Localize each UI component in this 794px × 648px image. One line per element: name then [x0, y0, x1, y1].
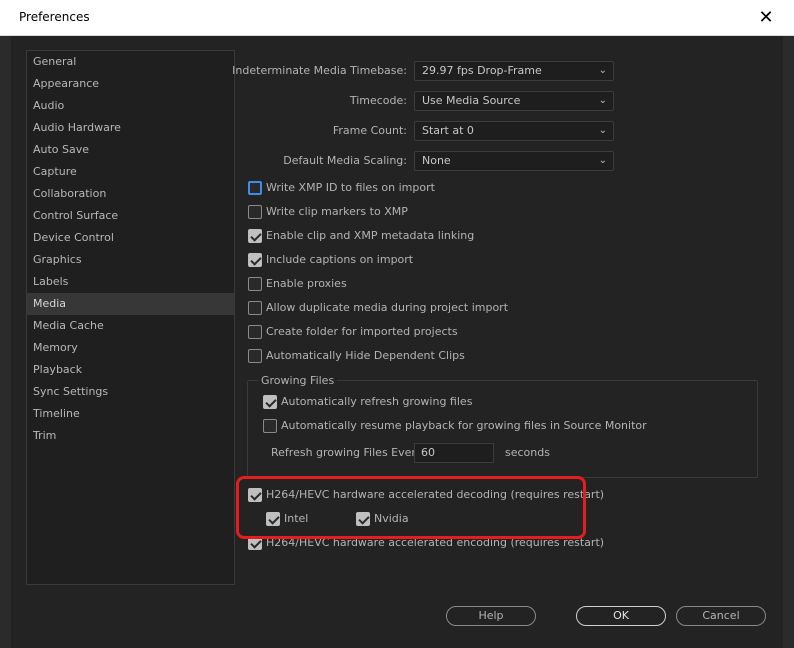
- timecode-value: Use Media Source: [422, 94, 521, 107]
- sidebar-item-appearance[interactable]: Appearance: [27, 73, 234, 95]
- sidebar-item-device-control[interactable]: Device Control: [27, 227, 234, 249]
- cancel-button[interactable]: Cancel: [676, 606, 766, 626]
- checkbox-icon: [248, 181, 262, 195]
- frame-count-label: Frame Count:: [332, 124, 407, 137]
- sidebar-item-capture[interactable]: Capture: [27, 161, 234, 183]
- title-bar: Preferences ✕: [0, 0, 794, 36]
- checkbox-icon: [248, 325, 262, 339]
- scaling-label: Default Media Scaling:: [283, 154, 407, 167]
- sidebar-item-control-surface[interactable]: Control Surface: [27, 205, 234, 227]
- chevron-down-icon: ⌄: [598, 65, 607, 76]
- sidebar-item-audio-hardware[interactable]: Audio Hardware: [27, 117, 234, 139]
- checkbox-checked-icon: [248, 253, 262, 267]
- frame-count-value: Start at 0: [422, 124, 474, 137]
- timebase-value: 29.97 fps Drop-Frame: [422, 64, 542, 77]
- checkbox-checked-icon: [263, 395, 277, 409]
- sidebar-item-media[interactable]: Media: [27, 293, 234, 315]
- sidebar-item-playback[interactable]: Playback: [27, 359, 234, 381]
- checkbox-checked-icon: [248, 229, 262, 243]
- checkbox-icon: [248, 277, 262, 291]
- ok-button[interactable]: OK: [576, 606, 666, 626]
- checkbox-icon: [248, 301, 262, 315]
- sidebar-item-memory[interactable]: Memory: [27, 337, 234, 359]
- sidebar-item-trim[interactable]: Trim: [27, 425, 234, 447]
- checkbox-icon: [248, 205, 262, 219]
- refresh-interval-unit: seconds: [505, 446, 550, 459]
- sidebar-item-general[interactable]: General: [27, 51, 234, 73]
- close-icon[interactable]: ✕: [754, 6, 778, 30]
- sidebar-item-audio[interactable]: Audio: [27, 95, 234, 117]
- refresh-interval-input[interactable]: 60: [414, 443, 494, 463]
- sidebar-item-graphics[interactable]: Graphics: [27, 249, 234, 271]
- chevron-down-icon: ⌄: [598, 125, 607, 136]
- timecode-select[interactable]: Use Media Source ⌄: [414, 91, 614, 111]
- scaling-select[interactable]: None ⌄: [414, 151, 614, 171]
- growing-files-title: Growing Files: [258, 374, 338, 387]
- timecode-label: Timecode:: [349, 94, 407, 107]
- sidebar-item-timeline[interactable]: Timeline: [27, 403, 234, 425]
- scaling-value: None: [422, 154, 451, 167]
- annotation-highlight-box: [236, 476, 586, 539]
- timebase-label: Indeterminate Media Timebase:: [232, 64, 407, 77]
- window-title: Preferences: [19, 10, 90, 24]
- sidebar-item-media-cache[interactable]: Media Cache: [27, 315, 234, 337]
- chevron-down-icon: ⌄: [598, 155, 607, 166]
- sidebar-item-sync-settings[interactable]: Sync Settings: [27, 381, 234, 403]
- frame-count-select[interactable]: Start at 0 ⌄: [414, 121, 614, 141]
- preferences-category-list: General Appearance Audio Audio Hardware …: [26, 50, 235, 585]
- checkbox-icon: [248, 349, 262, 363]
- help-button[interactable]: Help: [446, 606, 536, 626]
- sidebar-item-collaboration[interactable]: Collaboration: [27, 183, 234, 205]
- checkbox-icon: [263, 419, 277, 433]
- chevron-down-icon: ⌄: [598, 95, 607, 106]
- refresh-interval-label: Refresh growing Files Every: [271, 446, 423, 459]
- sidebar-item-auto-save[interactable]: Auto Save: [27, 139, 234, 161]
- sidebar-item-labels[interactable]: Labels: [27, 271, 234, 293]
- timebase-select[interactable]: 29.97 fps Drop-Frame ⌄: [414, 61, 614, 81]
